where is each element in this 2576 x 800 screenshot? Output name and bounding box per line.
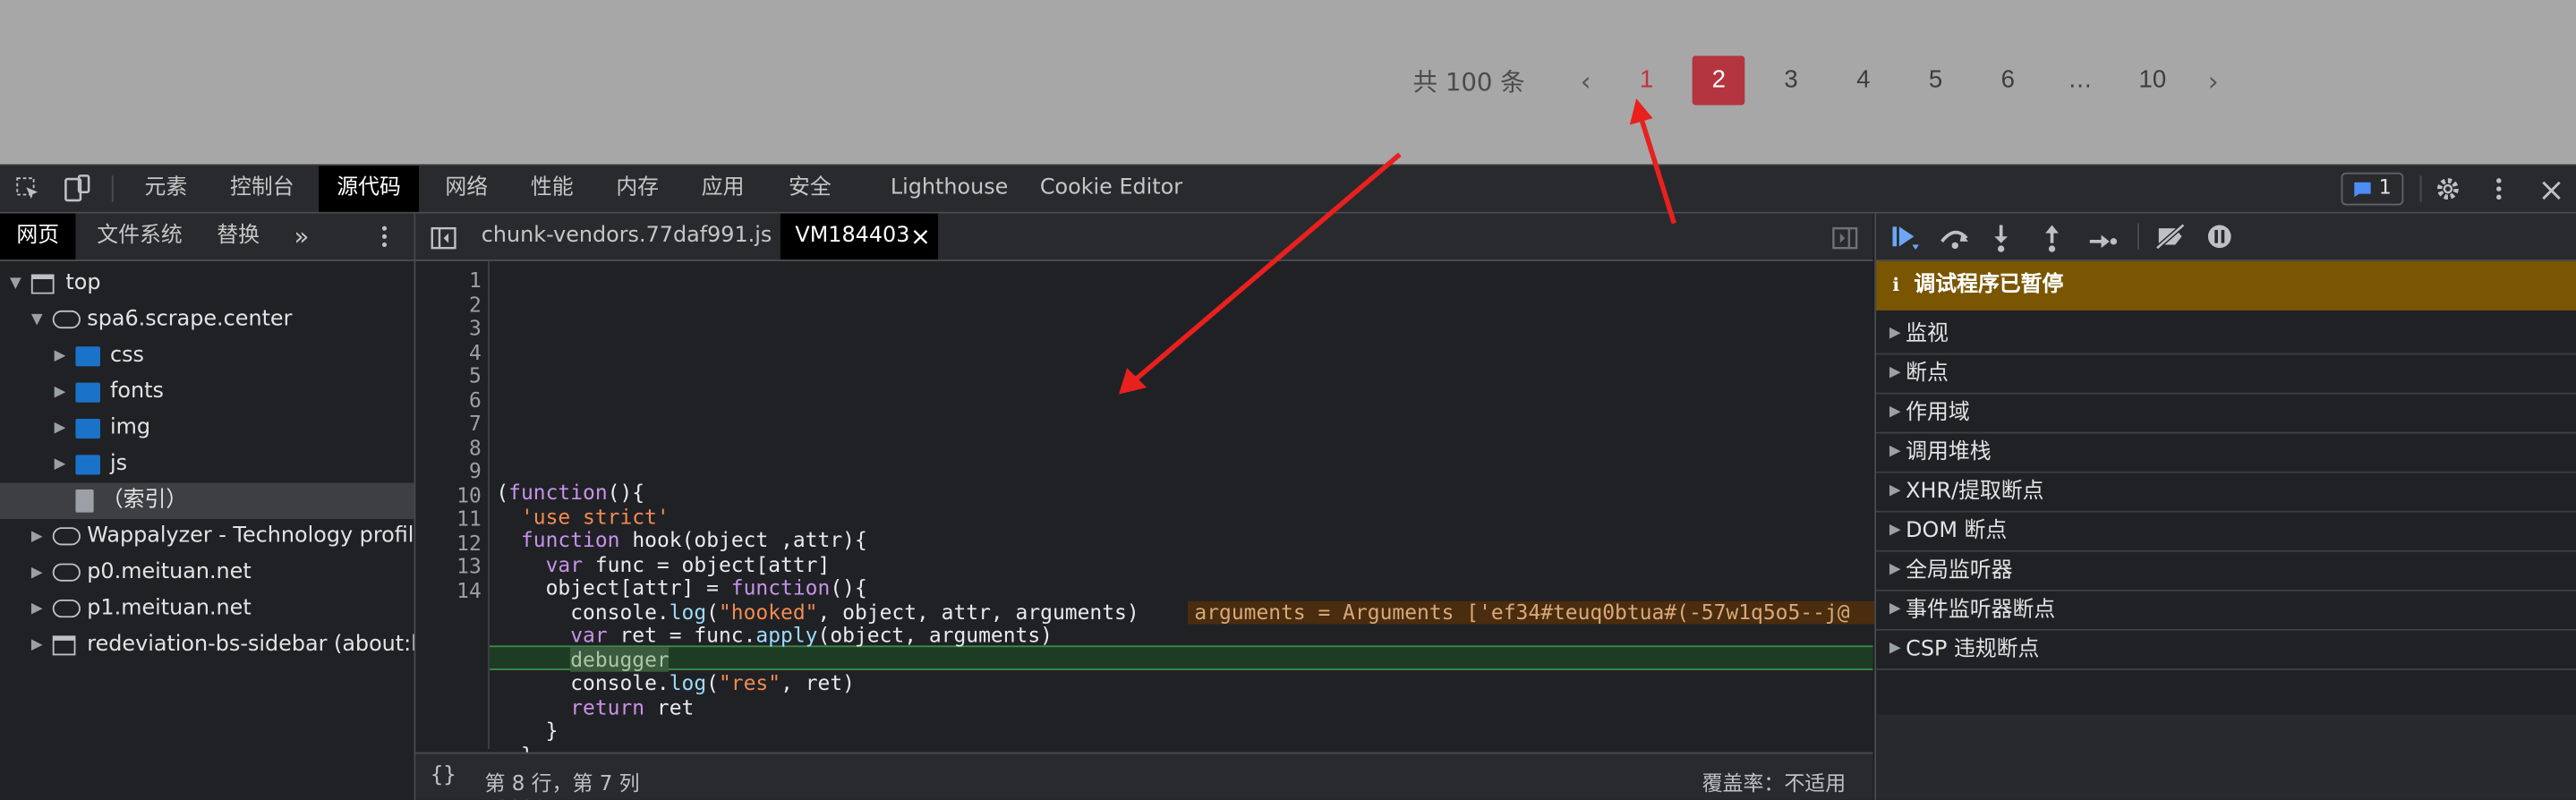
annotation-arrows (1118, 98, 1677, 395)
arrow-to-arguments (1118, 152, 1402, 395)
arrow-to-page-1 (1629, 98, 1677, 225)
